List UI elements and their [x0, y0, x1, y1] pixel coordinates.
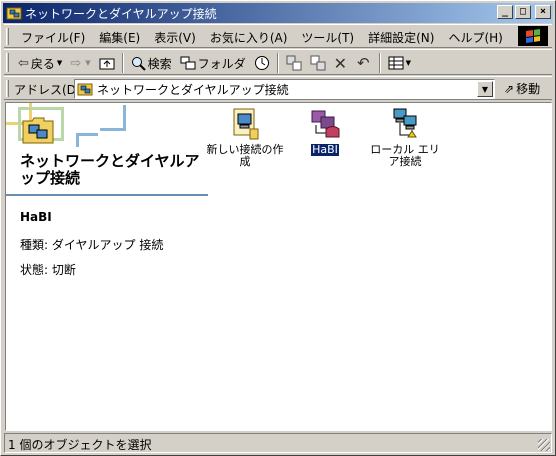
maximize-button[interactable]: □ — [515, 5, 531, 19]
network-folder-icon — [22, 117, 54, 144]
back-button[interactable]: ⇦ 戻る ▼ — [14, 52, 66, 74]
network-folder-icon — [6, 7, 22, 20]
windows-logo-icon — [518, 26, 548, 46]
status-bar: 1 個のオブジェクトを選択 — [4, 433, 552, 453]
lan-connection-icon — [393, 108, 417, 138]
search-label: 検索 — [147, 56, 172, 71]
menu-bar: ファイル(F) 編集(E) 表示(V) お気に入り(A) ツール(T) 詳細設定… — [4, 24, 552, 48]
status-text: 1 個のオブジェクトを選択 — [8, 438, 152, 452]
address-input[interactable]: ネットワークとダイヤルアップ接続 ▼ — [74, 79, 495, 99]
back-label: 戻る — [30, 56, 55, 71]
folder-view[interactable]: ネットワークとダイヤルアップ接続 HaBI 種類: ダイヤルアップ 接続 状態:… — [5, 102, 552, 431]
undo-icon: ↶ — [357, 54, 370, 72]
back-arrow-icon: ⇦ — [18, 55, 29, 71]
menu-favorites[interactable]: お気に入り(A) — [203, 28, 295, 47]
selected-item-name: HaBI — [20, 210, 52, 224]
toolbar-separator — [378, 53, 381, 73]
selected-item-status: 状態: 切断 — [20, 263, 76, 277]
item-label: ローカル エリア接続 — [370, 143, 440, 168]
close-button[interactable]: × — [535, 5, 551, 19]
item-label: 新しい接続の作成 — [206, 143, 284, 168]
decorative-frame — [76, 133, 98, 147]
decorative-frame — [100, 105, 126, 131]
address-label: アドレス(D) — [14, 83, 81, 97]
item-label: HaBI — [310, 143, 340, 157]
menu-file[interactable]: ファイル(F) — [14, 28, 92, 47]
address-dropdown-button[interactable]: ▼ — [477, 81, 493, 97]
search-button[interactable]: 検索 — [127, 52, 176, 74]
views-icon — [388, 56, 404, 70]
menubar-grip[interactable] — [6, 28, 9, 45]
up-button[interactable] — [95, 52, 119, 74]
views-button[interactable]: ▼ — [384, 52, 415, 74]
folders-button[interactable]: フォルダ — [176, 52, 250, 74]
minimize-button[interactable]: _ — [497, 5, 513, 19]
undo-button[interactable]: ↶ — [353, 52, 376, 74]
pane-title: ネットワークとダイヤルアップ接続 — [20, 152, 200, 187]
item-new-connection[interactable]: 新しい接続の作成 — [205, 107, 285, 168]
resize-grip[interactable] — [538, 439, 550, 451]
forward-button[interactable]: ⇨ ▼ — [66, 52, 94, 74]
window-title: ネットワークとダイヤルアップ接続 — [25, 6, 217, 21]
address-bar: アドレス(D) ネットワークとダイヤルアップ接続 ▼ ⇗ 移動 — [4, 76, 552, 100]
web-view-pane: ネットワークとダイヤルアップ接続 HaBI 種類: ダイヤルアップ 接続 状態:… — [6, 103, 209, 430]
item-habi-connection[interactable]: HaBI — [285, 107, 365, 157]
toolbar-grip[interactable] — [6, 53, 9, 72]
delete-button[interactable]: ✕ — [330, 52, 353, 74]
go-label: 移動 — [516, 82, 541, 96]
back-dropdown-icon[interactable]: ▼ — [57, 59, 62, 67]
standard-toolbar: ⇦ 戻る ▼ ⇨ ▼ 検索 フォルダ ✕ ↶ ▼ — [4, 49, 552, 75]
new-connection-icon — [233, 108, 259, 140]
toolbar-separator — [121, 53, 124, 73]
title-bar[interactable]: ネットワークとダイヤルアップ接続 _ □ × — [3, 3, 553, 23]
move-to-button[interactable] — [282, 52, 306, 74]
menu-help[interactable]: ヘルプ(H) — [441, 28, 509, 47]
go-button[interactable]: ⇗ 移動 — [504, 80, 540, 97]
move-to-icon — [286, 55, 302, 71]
forward-arrow-icon: ⇨ — [70, 55, 82, 71]
copy-to-button[interactable] — [306, 52, 330, 74]
views-dropdown-icon[interactable]: ▼ — [406, 59, 411, 67]
copy-to-icon — [310, 55, 326, 71]
menu-edit[interactable]: 編集(E) — [92, 28, 147, 47]
menu-tools[interactable]: ツール(T) — [294, 28, 361, 47]
pane-divider — [6, 194, 208, 196]
delete-icon: ✕ — [333, 53, 348, 73]
addressbar-grip[interactable] — [6, 80, 9, 97]
forward-dropdown-icon[interactable]: ▼ — [85, 59, 90, 67]
selected-item-type: 種類: ダイヤルアップ 接続 — [20, 238, 164, 252]
search-icon — [131, 56, 146, 71]
network-folder-icon — [77, 83, 93, 96]
explorer-window: ネットワークとダイヤルアップ接続 _ □ × ファイル(F) 編集(E) 表示(… — [0, 0, 556, 456]
history-icon — [254, 56, 269, 70]
menu-advanced[interactable]: 詳細設定(N) — [361, 28, 441, 47]
address-value: ネットワークとダイヤルアップ接続 — [97, 82, 289, 97]
history-button[interactable] — [250, 52, 274, 74]
item-local-area-connection[interactable]: ローカル エリア接続 — [365, 107, 445, 168]
folders-label: フォルダ — [197, 56, 246, 71]
up-folder-icon — [99, 58, 115, 70]
go-arrow-icon: ⇗ — [504, 81, 515, 96]
dialup-connection-icon — [311, 110, 340, 138]
menu-view[interactable]: 表示(V) — [147, 28, 203, 47]
folders-icon — [180, 56, 196, 70]
toolbar-separator — [276, 53, 279, 73]
